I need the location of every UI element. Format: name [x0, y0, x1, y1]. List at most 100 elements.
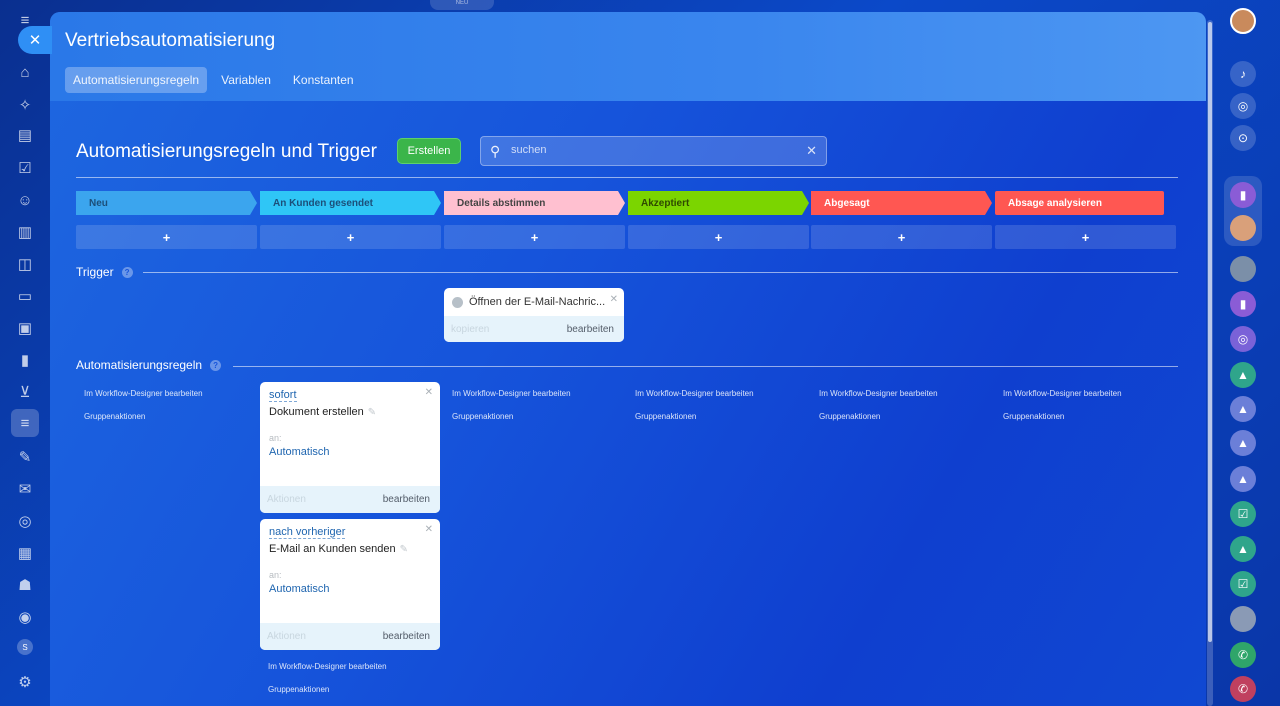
chat-icon[interactable]: ◫ [13, 252, 37, 276]
rule-responsible[interactable]: Automatisch [269, 446, 330, 458]
group-avatar[interactable] [1230, 606, 1256, 632]
stage-coordinate-details[interactable]: Details abstimmen [444, 191, 625, 215]
phone-missed-icon[interactable]: ✆ [1230, 676, 1256, 702]
filter-icon[interactable]: ≡ [11, 409, 39, 437]
search-input[interactable] [511, 144, 791, 156]
stage-declined[interactable]: Abgesagt [811, 191, 992, 215]
group-actions-link[interactable]: Gruppenaktionen [268, 685, 329, 694]
home-icon[interactable]: ⌂ [13, 60, 37, 84]
copy-link[interactable]: kopieren [451, 324, 489, 335]
add-rule-button[interactable]: + [444, 225, 625, 249]
add-rule-button[interactable]: + [628, 225, 809, 249]
rule-timing-link[interactable]: nach vorheriger [269, 526, 346, 539]
robot-icon[interactable]: ☗ [13, 573, 37, 597]
search-box: ⚲ ✕ [480, 136, 827, 166]
pencil-icon[interactable]: ✎ [400, 544, 408, 555]
add-rule-button[interactable]: + [811, 225, 992, 249]
rule-title: E-Mail an Kunden senden ✎ [269, 543, 408, 555]
clear-icon[interactable]: ✕ [806, 143, 817, 159]
close-icon[interactable]: ✕ [18, 26, 52, 54]
lock-icon[interactable]: ▲ [1230, 396, 1256, 422]
group-actions-link[interactable]: Gruppenaktionen [635, 412, 696, 421]
contact-avatar[interactable] [1230, 215, 1256, 241]
radar-icon[interactable]: ◎ [1230, 326, 1256, 352]
user-avatar[interactable] [1230, 8, 1256, 34]
add-rule-button[interactable]: + [995, 225, 1176, 249]
close-icon[interactable]: ✕ [610, 294, 618, 305]
presentation-icon[interactable]: ▣ [13, 316, 37, 340]
notebook-icon[interactable]: ▮ [1230, 182, 1256, 208]
close-icon[interactable]: ✕ [425, 524, 433, 535]
tab-variables[interactable]: Variablen [213, 67, 279, 93]
lock-icon[interactable]: ▲ [1230, 430, 1256, 456]
add-rule-button[interactable]: + [260, 225, 441, 249]
target-icon[interactable]: ◉ [13, 605, 37, 629]
checkbox-icon[interactable]: ☑ [1230, 501, 1256, 527]
stage-accepted[interactable]: Akzeptiert [628, 191, 809, 215]
stage-analyze-decline[interactable]: Absage analysieren [995, 191, 1164, 215]
designer-link[interactable]: Im Workflow-Designer bearbeiten [1003, 389, 1122, 398]
cart-icon[interactable]: ⊻ [13, 380, 37, 404]
automation-panel: Vertriebsautomatisierung Automatisierung… [50, 12, 1206, 706]
help-icon[interactable]: ? [121, 266, 133, 278]
scrollbar-thumb[interactable] [1208, 22, 1212, 642]
edit-link[interactable]: bearbeiten [383, 494, 430, 505]
bell-icon[interactable]: ♪ [1230, 61, 1256, 87]
file-icon[interactable]: ▥ [13, 220, 37, 244]
camera-icon[interactable]: ◎ [13, 509, 37, 533]
mail-icon[interactable]: ✉ [13, 477, 37, 501]
tab-automation-rules[interactable]: Automatisierungsregeln [65, 67, 208, 93]
lock-icon[interactable]: ▲ [1230, 362, 1256, 388]
analytics-icon[interactable]: ▮ [13, 348, 37, 372]
rule-card[interactable]: ✕ sofort Dokument erstellen ✎ an: Automat… [260, 382, 440, 513]
contacts-icon[interactable]: ☺ [13, 188, 37, 212]
radar-icon[interactable]: ◎ [1230, 93, 1256, 119]
edit-link[interactable]: bearbeiten [567, 324, 614, 335]
user-initial-badge[interactable]: S [17, 639, 33, 655]
document-icon[interactable]: ▤ [13, 123, 37, 147]
rule-to-label: an: [269, 570, 282, 580]
tasks-icon[interactable]: ☑ [13, 156, 37, 180]
create-button[interactable]: Erstellen [397, 138, 461, 164]
phone-icon[interactable]: ✆ [1230, 642, 1256, 668]
notebook-icon[interactable]: ▮ [1230, 291, 1256, 317]
rules-label: Automatisierungsregeln [76, 358, 203, 372]
group-actions-link[interactable]: Gruppenaktionen [819, 412, 880, 421]
edit-link[interactable]: bearbeiten [383, 631, 430, 642]
designer-link[interactable]: Im Workflow-Designer bearbeiten [268, 662, 387, 671]
designer-link[interactable]: Im Workflow-Designer bearbeiten [819, 389, 938, 398]
designer-link[interactable]: Im Workflow-Designer bearbeiten [635, 389, 754, 398]
rule-timing-link[interactable]: sofort [269, 389, 297, 402]
rule-card[interactable]: ✕ nach vorheriger E-Mail an Kunden sende… [260, 519, 440, 650]
group-actions-link[interactable]: Gruppenaktionen [1003, 412, 1064, 421]
help-icon[interactable]: ? [210, 359, 222, 371]
divider [143, 272, 1178, 273]
stage-sent-to-customer[interactable]: An Kunden gesendet [260, 191, 441, 215]
actions-link[interactable]: Aktionen [267, 631, 306, 642]
designer-link[interactable]: Im Workflow-Designer bearbeiten [84, 389, 203, 398]
settings-icon[interactable]: ⚙ [13, 670, 37, 694]
stage-new[interactable]: Neu [76, 191, 257, 215]
sparkle-icon[interactable]: ✧ [13, 93, 37, 117]
group-actions-link[interactable]: Gruppenaktionen [84, 412, 145, 421]
rules-section-label: Automatisierungsregeln ? [76, 358, 222, 372]
rule-responsible[interactable]: Automatisch [269, 583, 330, 595]
search-chat-icon[interactable]: ⊙ [1230, 125, 1256, 151]
card-icon[interactable]: ▭ [13, 284, 37, 308]
pencil-icon[interactable]: ✎ [368, 407, 376, 418]
calendar-icon[interactable]: ▦ [13, 541, 37, 565]
trigger-card[interactable]: Öffnen der E-Mail-Nachric... ✕ kopieren … [444, 288, 624, 342]
edit-doc-icon[interactable]: ✎ [13, 445, 37, 469]
designer-link[interactable]: Im Workflow-Designer bearbeiten [452, 389, 571, 398]
group-avatar[interactable] [1230, 256, 1256, 282]
lock-icon[interactable]: ▲ [1230, 466, 1256, 492]
actions-link[interactable]: Aktionen [267, 494, 306, 505]
add-rule-button[interactable]: + [76, 225, 257, 249]
rule-to-label: an: [269, 433, 282, 443]
trigger-title: Öffnen der E-Mail-Nachric... [469, 296, 606, 308]
lock-icon[interactable]: ▲ [1230, 536, 1256, 562]
tab-constants[interactable]: Konstanten [285, 67, 362, 93]
close-icon[interactable]: ✕ [425, 387, 433, 398]
group-actions-link[interactable]: Gruppenaktionen [452, 412, 513, 421]
checkbox-icon[interactable]: ☑ [1230, 571, 1256, 597]
